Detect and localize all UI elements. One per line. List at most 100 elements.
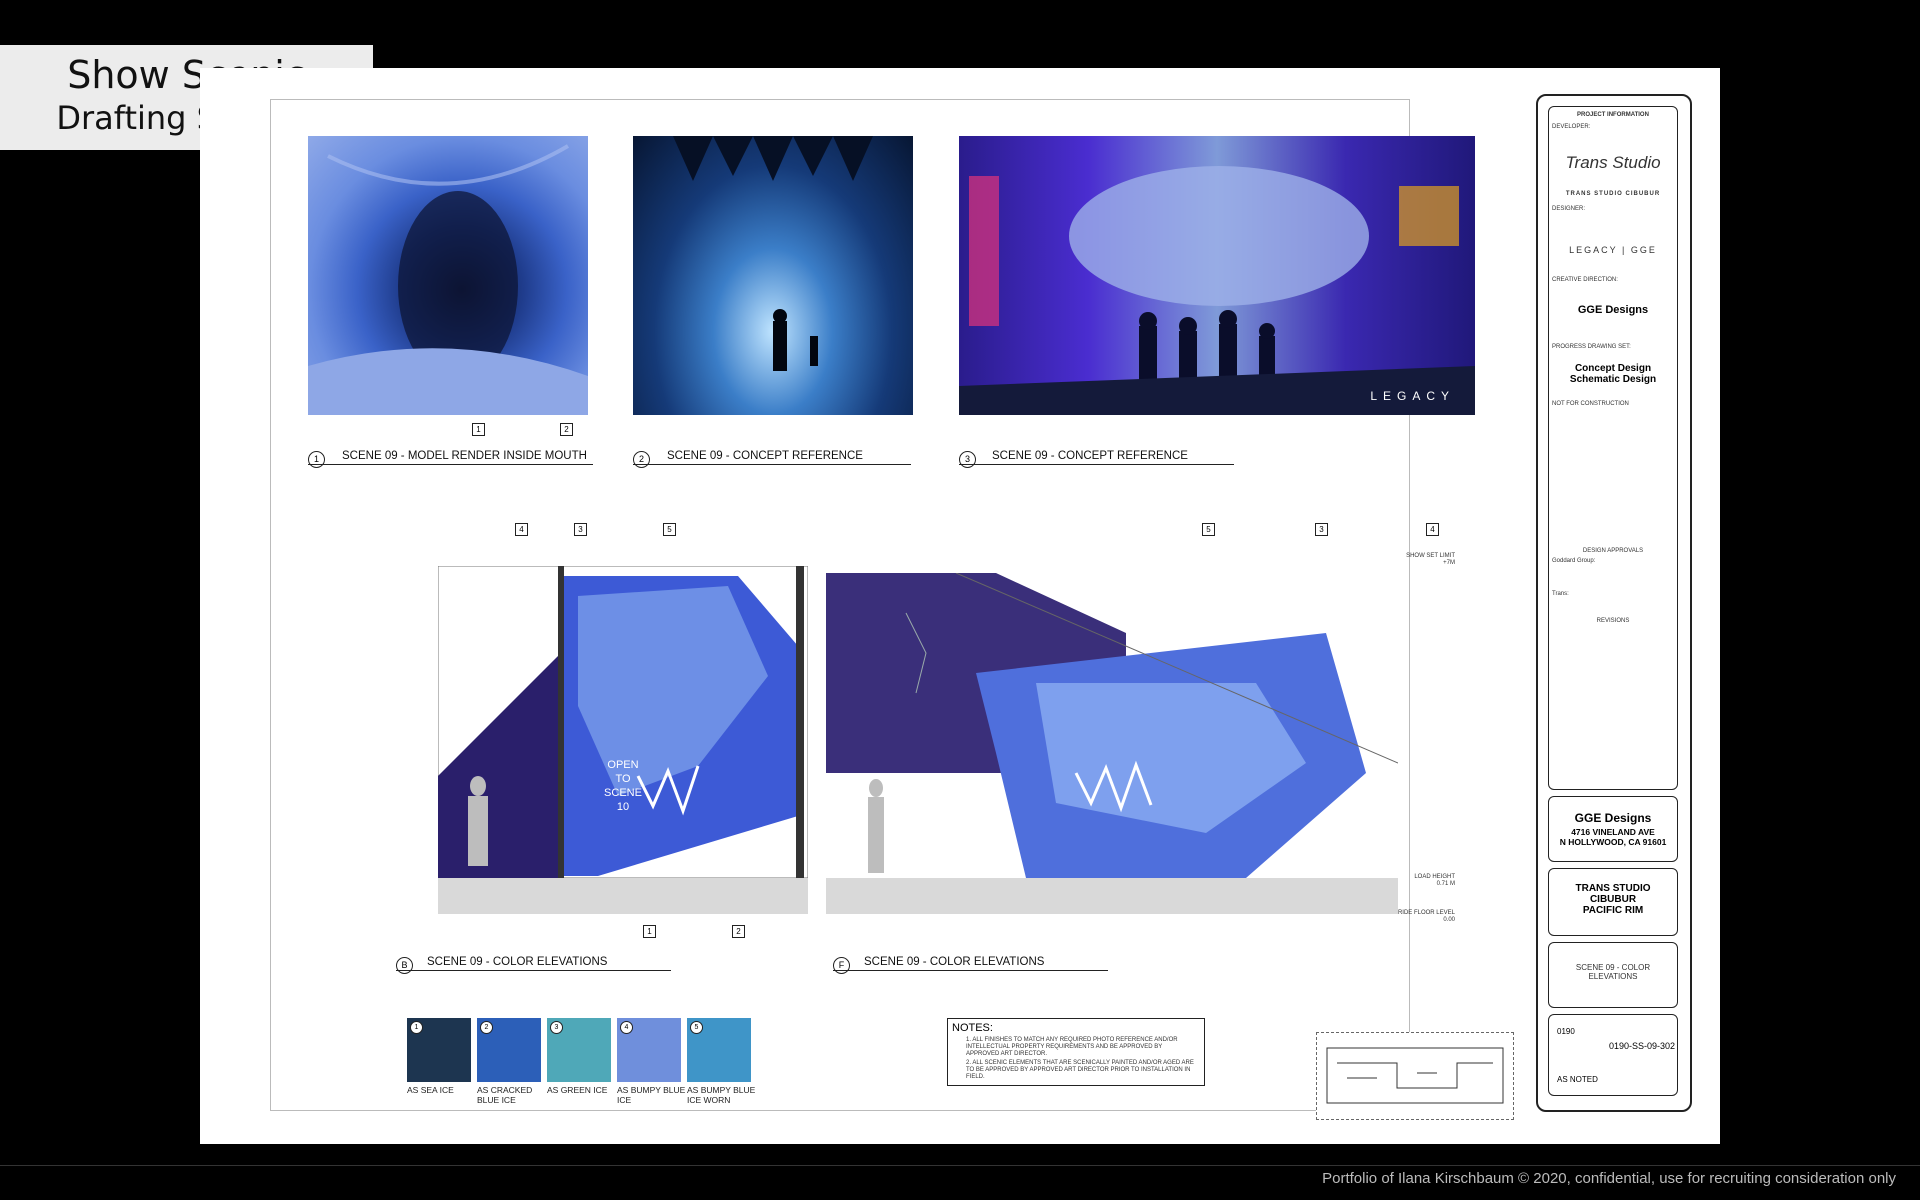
swatch-1: 1 [407,1018,471,1082]
goddard-group: Goddard Group: [1552,558,1596,564]
elevation-b-floor [438,878,808,914]
firm-box: GGE Designs 4716 VINELAND AVE N HOLLYWOO… [1548,796,1678,862]
project-information-title: PROJECT INFORMATION [1577,112,1649,118]
model-render-image [308,136,588,415]
swatch-label: AS BUMPY BLUE ICE WORN [687,1085,756,1105]
callout-2-b: 2 [732,925,745,938]
open-line-2: TO [615,773,631,785]
progress-2: Schematic Design [1569,374,1657,385]
elevation-f [826,573,1398,878]
drawing-sheet: LEGACY 1 2 1 SCENE 09 - MODEL RENDER INS… [200,68,1720,1144]
swatch-number: 2 [480,1021,493,1034]
portfolio-footer: Portfolio of Ilana Kirschbaum © 2020, co… [1322,1170,1896,1187]
scale-value: AS NOTED [1557,1075,1598,1084]
notes-title: NOTES: [952,1022,993,1034]
caption-b-number: B [396,957,413,974]
callout-1: 1 [472,423,485,436]
open-line-4: 10 [616,801,630,813]
drawing-number-box: 0190 0190-SS-09-302 AS NOTED [1548,1014,1678,1096]
caption-b: SCENE 09 - COLOR ELEVATIONS [427,956,608,968]
ride-value: 0.00 [1443,917,1455,923]
developer-label: DEVELOPER: [1552,124,1591,130]
design-approvals: DESIGN APPROVALS [1582,548,1644,554]
notes-item-1: 1. ALL FINISHES TO MATCH ANY REQUIRED PH… [966,1037,1178,1057]
show-set-limit: SHOW SET LIMIT [1406,553,1455,559]
open-line-3: SCENE [604,787,642,799]
designer-label: DESIGNER: [1552,206,1586,212]
concept-reference-image-1 [633,136,913,415]
developer-name: TRANS STUDIO CIBUBUR [1565,191,1661,197]
creative-direction: GGE Designs [1577,304,1649,316]
load-value: 0.71 M [1436,881,1455,887]
callout-4-f: 4 [1426,523,1439,536]
drawing-title-1: SCENE 09 - COLOR [1575,963,1651,972]
callout-1-b: 1 [643,925,656,938]
caption-f: SCENE 09 - COLOR ELEVATIONS [864,956,1045,968]
callout-5-f: 5 [1202,523,1215,536]
swatch-5: 5 [687,1018,751,1082]
project-2: CIBUBUR [1589,894,1637,905]
progress-label: PROGRESS DRAWING SET: [1552,344,1631,350]
footer-rule [0,1165,1920,1166]
swatch-4: 4 [617,1018,681,1082]
firm-name: GGE Designs [1574,811,1652,825]
show-set-value: +7M [1443,560,1455,566]
callout-5-b: 5 [663,523,676,536]
swatch-number: 1 [410,1021,423,1034]
swatch-number: 4 [620,1021,633,1034]
drawing-title-box: SCENE 09 - COLOR ELEVATIONS [1548,942,1678,1008]
swatch-label: AS CRACKED BLUE ICE [477,1085,533,1105]
firm-addr2: N HOLLYWOOD, CA 91601 [1559,837,1667,847]
designer-logo: LEGACY | GGE [1569,245,1657,255]
creative-direction-label: CREATIVE DIRECTION: [1552,277,1618,283]
project-number: 0190 [1557,1027,1575,1036]
caption-1-number: 1 [308,451,325,468]
revisions: REVISIONS [1596,618,1630,624]
ride-floor: RIDE FLOOR LEVEL [1397,910,1455,916]
project-information-box: PROJECT INFORMATION DEVELOPER: Trans Stu… [1548,106,1678,790]
open-to-scene-label: OPEN TO SCENE 10 [598,758,648,814]
elevation-b [438,566,808,878]
caption-3-rule [959,464,1234,465]
swatch-number: 5 [690,1021,703,1034]
project-3: PACIFIC RIM [1582,905,1644,916]
progress-1: Concept Design [1574,363,1652,374]
project-box: TRANS STUDIO CIBUBUR PACIFIC RIM [1548,868,1678,936]
firm-addr1: 4716 VINELAND AVE [1571,827,1655,837]
swatch-label: AS SEA ICE [407,1085,454,1095]
caption-b-rule [396,970,671,971]
callout-3-f: 3 [1315,523,1328,536]
caption-2-number: 2 [633,451,650,468]
swatch-number: 3 [550,1021,563,1034]
caption-3-number: 3 [959,451,976,468]
ride-floor-label: RIDE FLOOR LEVEL 0.00 [1365,910,1455,924]
caption-3: SCENE 09 - CONCEPT REFERENCE [992,450,1188,462]
drawing-title-2: ELEVATIONS [1588,972,1638,981]
notes-box: NOTES: 1. ALL FINISHES TO MATCH ANY REQU… [947,1018,1205,1086]
notes-item-2: 2. ALL SCENIC ELEMENTS THAT ARE SCENICAL… [966,1060,1194,1080]
caption-1-rule [308,464,593,465]
swatch-3: 3 [547,1018,611,1082]
callout-2: 2 [560,423,573,436]
caption-2-rule [633,464,911,465]
drawing-number: 0190-SS-09-302 [1609,1041,1676,1051]
caption-1: SCENE 09 - MODEL RENDER INSIDE MOUTH [342,450,587,462]
swatch-2: 2 [477,1018,541,1082]
key-plan [1316,1032,1514,1120]
swatch-label: AS GREEN ICE [547,1085,608,1095]
trans-approval: Trans: [1552,591,1569,597]
caption-f-rule [833,970,1108,971]
legacy-watermark: LEGACY [1370,389,1455,403]
callout-3-b: 3 [574,523,587,536]
load-height: LOAD HEIGHT [1414,874,1455,880]
callout-4-b: 4 [515,523,528,536]
swatch-label: AS BUMPY BLUE ICE [617,1085,686,1105]
show-set-limit-label: SHOW SET LIMIT +7M [1385,553,1455,567]
caption-2: SCENE 09 - CONCEPT REFERENCE [667,450,863,462]
load-height-label: LOAD HEIGHT 0.71 M [1385,874,1455,888]
concept-reference-image-2: LEGACY [959,136,1475,415]
caption-f-number: F [833,957,850,974]
elevation-f-floor [826,878,1398,914]
title-block: PROJECT INFORMATION DEVELOPER: Trans Stu… [1536,94,1692,1112]
not-for-construction: NOT FOR CONSTRUCTION [1552,401,1629,407]
